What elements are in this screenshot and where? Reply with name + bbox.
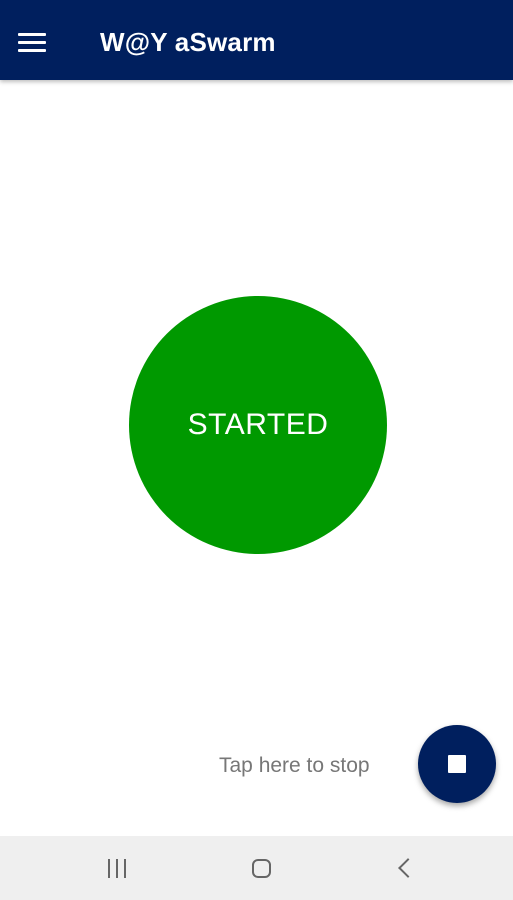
status-indicator-circle[interactable]: STARTED <box>129 296 387 554</box>
app-bar: W@Y aSwarm <box>0 0 513 80</box>
back-button[interactable] <box>376 850 436 886</box>
recents-button[interactable] <box>87 850 147 886</box>
app-title: W@Y aSwarm <box>100 27 276 57</box>
hamburger-menu-icon[interactable] <box>18 24 58 60</box>
system-navigation-bar <box>0 836 513 900</box>
app-screen: W@Y aSwarm STARTED Tap here to stop <box>0 0 513 900</box>
stop-icon <box>448 755 466 773</box>
recents-icon <box>108 858 126 878</box>
status-text: STARTED <box>187 408 329 441</box>
stop-hint-text: Tap here to stop <box>219 754 370 777</box>
stop-button[interactable] <box>418 725 496 803</box>
home-button[interactable] <box>231 850 291 886</box>
back-icon <box>398 858 418 878</box>
home-icon <box>251 858 271 878</box>
